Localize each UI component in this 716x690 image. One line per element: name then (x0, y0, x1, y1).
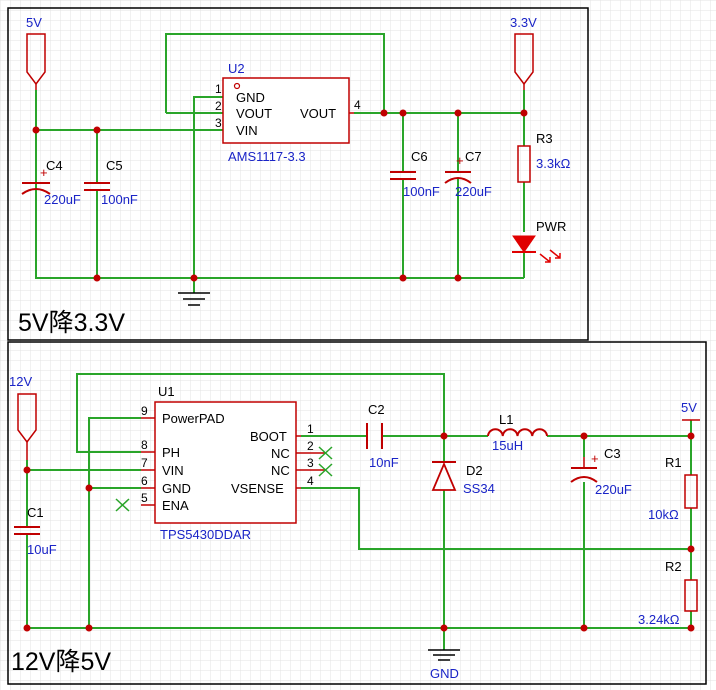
l1-val: 15uH (492, 438, 523, 453)
d2-ref: D2 (466, 463, 483, 478)
u2-part: AMS1117-3.3 (228, 149, 306, 164)
c1-ref: C1 (27, 505, 44, 520)
net-label-3v3: 3.3V (510, 15, 537, 30)
u2-ref: U2 (228, 61, 245, 76)
svg-text:+: + (456, 153, 464, 168)
u1-part: TPS5430DDAR (160, 527, 251, 542)
r3-val: 3.3kΩ (536, 156, 571, 171)
c7-val: 220uF (455, 184, 492, 199)
c6-val: 100nF (403, 184, 440, 199)
u1-ref: U1 (158, 384, 175, 399)
net-label-5v-top: 5V (26, 15, 42, 30)
r1-ref: R1 (665, 455, 682, 470)
u1-pin9-name: PowerPAD (162, 411, 225, 426)
u1-pin6-name: GND (162, 481, 191, 496)
bottom-title: 12V降5V (11, 648, 111, 676)
u1-pin3-num: 3 (307, 456, 314, 470)
u1-pin8-num: 8 (141, 438, 148, 452)
u1-pin7-num: 7 (141, 456, 148, 470)
u2-pin1-name: GND (236, 90, 265, 105)
u2-pin4-name: VOUT (300, 106, 336, 121)
c3-val: 220uF (595, 482, 632, 497)
net-label-12v: 12V (9, 374, 32, 389)
u1-pin3-name: NC (271, 463, 290, 478)
schematic-canvas: 5V 3.3V U2 AMS1117-3.3 1 2 3 4 GND VOUT … (0, 0, 716, 690)
c3-ref: C3 (604, 446, 621, 461)
c4-val: 220uF (44, 192, 81, 207)
net-label-5v-bottom: 5V (681, 400, 697, 415)
u1-pin6-num: 6 (141, 474, 148, 488)
r1-val: 10kΩ (648, 507, 679, 522)
u2-pin3-num: 3 (215, 116, 222, 130)
c7-ref: C7 (465, 149, 482, 164)
u2-pin1-num: 1 (215, 82, 222, 96)
u1-pin1-name: BOOT (250, 429, 287, 444)
u1-pin4-num: 4 (307, 474, 314, 488)
u1-pin4-name: VSENSE (231, 481, 284, 496)
u1-pin1-num: 1 (307, 422, 314, 436)
u2-pin3-name: VIN (236, 123, 258, 138)
r2-ref: R2 (665, 559, 682, 574)
u1-pin5-num: 5 (141, 491, 148, 505)
u1-pin8-name: PH (162, 445, 180, 460)
l1-ref: L1 (499, 412, 513, 427)
c2-val: 10nF (369, 455, 399, 470)
c2-ref: C2 (368, 402, 385, 417)
u1-pin7-name: VIN (162, 463, 184, 478)
u2-pin4-num: 4 (354, 98, 361, 112)
led-ref: PWR (536, 219, 566, 234)
u1-pin2-name: NC (271, 446, 290, 461)
c6-ref: C6 (411, 149, 428, 164)
c1-val: 10uF (27, 542, 57, 557)
net-label-gnd: GND (430, 666, 459, 681)
u2-pin2-num: 2 (215, 99, 222, 113)
c5-ref: C5 (106, 158, 123, 173)
u1-pin5-name: ENA (162, 498, 189, 513)
top-title: 5V降3.3V (18, 309, 125, 337)
u2-pin2-name: VOUT (236, 106, 272, 121)
u1-pin9-num: 9 (141, 404, 148, 418)
c5-val: 100nF (101, 192, 138, 207)
r2-val: 3.24kΩ (638, 612, 680, 627)
svg-text:+: + (591, 451, 599, 466)
d2-val: SS34 (463, 481, 495, 496)
c4-ref: C4 (46, 158, 63, 173)
r3-ref: R3 (536, 131, 553, 146)
u1-pin2-num: 2 (307, 439, 314, 453)
